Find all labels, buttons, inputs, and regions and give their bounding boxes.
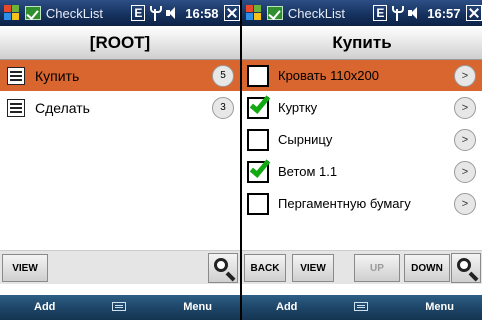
close-icon[interactable] [466, 5, 482, 21]
chevron-right-icon[interactable]: > [454, 128, 476, 151]
list-item[interactable]: Пергаментную бумагу > [242, 188, 482, 220]
volume-icon[interactable] [165, 6, 179, 20]
list-item[interactable]: Сделать 3 [0, 92, 240, 124]
up-button[interactable]: UP [354, 254, 400, 282]
item-count-badge: 5 [212, 64, 234, 87]
toolbar: VIEW [0, 250, 240, 284]
antenna-icon[interactable] [391, 5, 405, 21]
checkbox[interactable] [247, 192, 269, 215]
list-item-label: Ветом 1.1 [278, 164, 338, 179]
list-item[interactable]: Куртку > [242, 91, 482, 124]
list-item[interactable]: Купить 5 [0, 60, 240, 92]
item-count-badge: 3 [212, 96, 234, 119]
softkey-bar: Add Menu [0, 295, 240, 320]
checklist-app-icon [266, 6, 283, 20]
add-softkey[interactable]: Add [276, 301, 297, 313]
add-softkey[interactable]: Add [34, 301, 55, 313]
chevron-right-icon[interactable]: > [454, 192, 476, 215]
edge-network-icon[interactable]: E [373, 5, 388, 21]
checkbox[interactable] [247, 155, 271, 183]
checkbox[interactable] [247, 64, 269, 87]
left-screen: CheckList E 16:58 [ROOT] Купить 5 Сделат… [0, 0, 240, 320]
toolbar: BACK VIEW UP DOWN [242, 250, 482, 284]
volume-icon[interactable] [407, 6, 421, 20]
view-button[interactable]: VIEW [2, 254, 48, 282]
close-icon[interactable] [224, 5, 240, 21]
keyboard-icon[interactable] [112, 302, 126, 311]
page-title: Купить [242, 26, 482, 60]
status-bar: CheckList E 16:58 [0, 0, 240, 26]
note-icon [7, 66, 25, 85]
search-icon[interactable] [208, 253, 238, 283]
antenna-icon[interactable] [149, 5, 163, 21]
list-item-label: Куртку [278, 100, 318, 115]
clock[interactable]: 16:57 [427, 6, 463, 21]
chevron-right-icon[interactable]: > [454, 96, 476, 119]
checkmark-icon [249, 155, 271, 178]
list-item-label: Пергаментную бумагу [278, 196, 411, 211]
edge-network-icon[interactable]: E [131, 5, 146, 21]
page-title: [ROOT] [0, 26, 240, 60]
clock[interactable]: 16:58 [185, 6, 221, 21]
list-item-label: Сырницу [278, 132, 333, 147]
list-item[interactable]: Сырницу > [242, 124, 482, 156]
list-item[interactable]: Ветом 1.1 > [242, 155, 482, 188]
status-bar: CheckList E 16:57 [242, 0, 482, 26]
category-list: Купить 5 Сделать 3 [0, 60, 240, 124]
menu-softkey[interactable]: Menu [183, 301, 212, 313]
chevron-right-icon[interactable]: > [454, 160, 476, 183]
list-item-label: Кровать 110x200 [278, 68, 379, 83]
view-button[interactable]: VIEW [292, 254, 334, 282]
checkmark-icon [249, 91, 271, 114]
chevron-right-icon[interactable]: > [454, 64, 476, 87]
list-item-label: Сделать [35, 99, 90, 116]
checklist-app-icon [24, 6, 41, 20]
app-title: CheckList [287, 5, 345, 21]
list-item-label: Купить [35, 67, 80, 84]
checkbox[interactable] [247, 128, 269, 151]
keyboard-icon[interactable] [354, 302, 368, 311]
app-title: CheckList [45, 5, 103, 21]
right-screen: CheckList E 16:57 Купить Кровать 110x200… [242, 0, 482, 320]
checklist: Кровать 110x200 > Куртку > Сырницу > Вет… [242, 60, 482, 220]
menu-softkey[interactable]: Menu [425, 301, 454, 313]
list-item[interactable]: Кровать 110x200 > [242, 60, 482, 92]
windows-start-icon[interactable] [4, 5, 20, 21]
back-button[interactable]: BACK [244, 254, 286, 282]
checkbox[interactable] [247, 91, 271, 119]
search-icon[interactable] [451, 253, 481, 283]
down-button[interactable]: DOWN [404, 254, 450, 282]
note-icon [7, 98, 25, 117]
windows-start-icon[interactable] [246, 5, 262, 21]
softkey-bar: Add Menu [242, 295, 482, 320]
